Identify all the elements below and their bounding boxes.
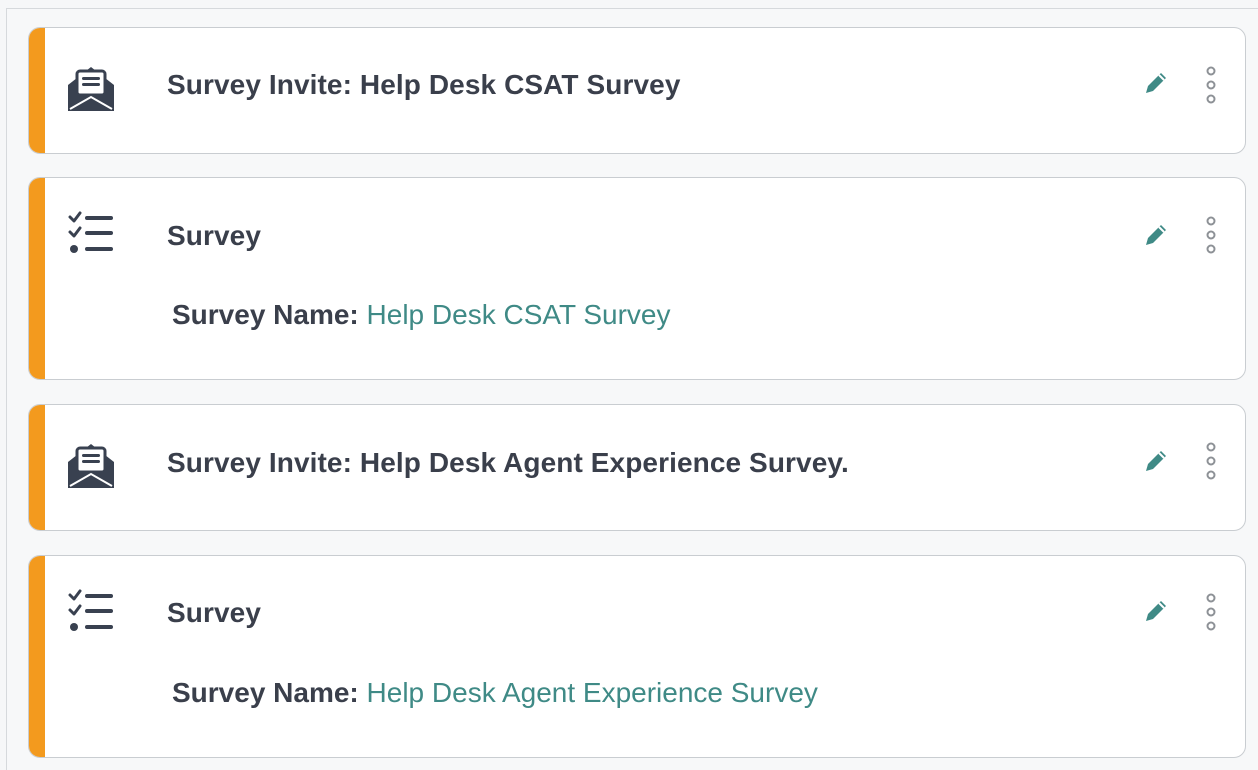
- more-options-button[interactable]: [1199, 441, 1223, 481]
- survey-name-row: Survey Name: Help Desk CSAT Survey: [172, 299, 671, 331]
- card-accent-bar: [29, 556, 45, 757]
- edit-button[interactable]: [1141, 446, 1171, 476]
- survey-name-link[interactable]: Help Desk Agent Experience Survey: [367, 677, 818, 708]
- kebab-menu-icon: [1206, 216, 1216, 254]
- checklist-icon: [63, 584, 119, 640]
- envelope-open-icon: [63, 437, 119, 493]
- checklist-icon: [63, 206, 119, 262]
- workflow-step-card[interactable]: Survey Invite: Help Desk CSAT Survey: [28, 27, 1246, 154]
- card-accent-bar: [29, 28, 45, 153]
- pencil-icon: [1146, 73, 1166, 93]
- edit-button[interactable]: [1141, 596, 1171, 626]
- edit-button[interactable]: [1141, 220, 1171, 250]
- more-options-button[interactable]: [1199, 592, 1223, 632]
- step-title: Survey: [167, 597, 261, 628]
- pencil-icon: [1146, 451, 1166, 471]
- kebab-menu-icon: [1206, 593, 1216, 631]
- workflow-step-card[interactable]: Survey Invite: Help Desk Agent Experienc…: [28, 404, 1246, 531]
- workflow-step-card[interactable]: Survey Survey Name: Help Desk Agent Expe…: [28, 555, 1246, 758]
- envelope-open-icon: [63, 60, 119, 116]
- more-options-button[interactable]: [1199, 65, 1223, 105]
- workflow-step-card[interactable]: Survey Survey Name: Help Desk CSAT Surve…: [28, 177, 1246, 380]
- more-options-button[interactable]: [1199, 215, 1223, 255]
- pencil-icon: [1146, 601, 1166, 621]
- kebab-menu-icon: [1206, 442, 1216, 480]
- survey-name-label: Survey Name:: [172, 299, 359, 330]
- kebab-menu-icon: [1206, 66, 1216, 104]
- step-title: Survey Invite: Help Desk CSAT Survey: [167, 69, 681, 100]
- survey-name-label: Survey Name:: [172, 677, 359, 708]
- card-accent-bar: [29, 178, 45, 379]
- step-title: Survey: [167, 220, 261, 251]
- edit-button[interactable]: [1141, 68, 1171, 98]
- survey-name-row: Survey Name: Help Desk Agent Experience …: [172, 677, 818, 709]
- pencil-icon: [1146, 225, 1166, 245]
- step-title: Survey Invite: Help Desk Agent Experienc…: [167, 447, 849, 478]
- card-accent-bar: [29, 405, 45, 530]
- survey-name-link[interactable]: Help Desk CSAT Survey: [367, 299, 671, 330]
